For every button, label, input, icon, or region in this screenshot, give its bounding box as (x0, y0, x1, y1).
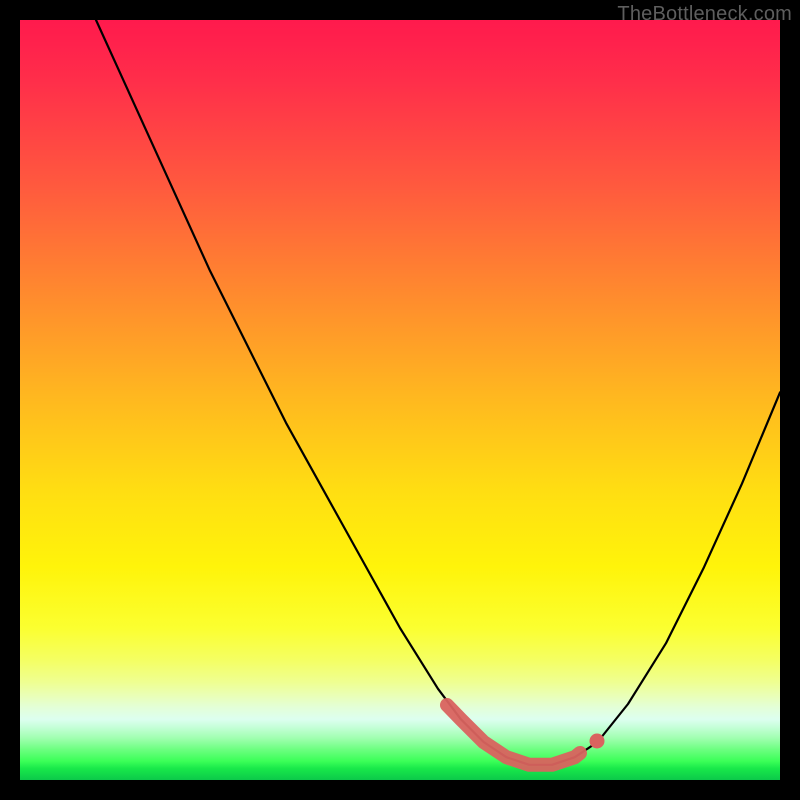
optimal-zone-end-dot (590, 734, 605, 749)
chart-frame: TheBottleneck.com (0, 0, 800, 800)
chart-svg (20, 20, 780, 780)
optimal-zone-marker (447, 705, 580, 765)
plot-area (20, 20, 780, 780)
bottleneck-curve (96, 20, 780, 765)
watermark-text: TheBottleneck.com (617, 3, 792, 26)
